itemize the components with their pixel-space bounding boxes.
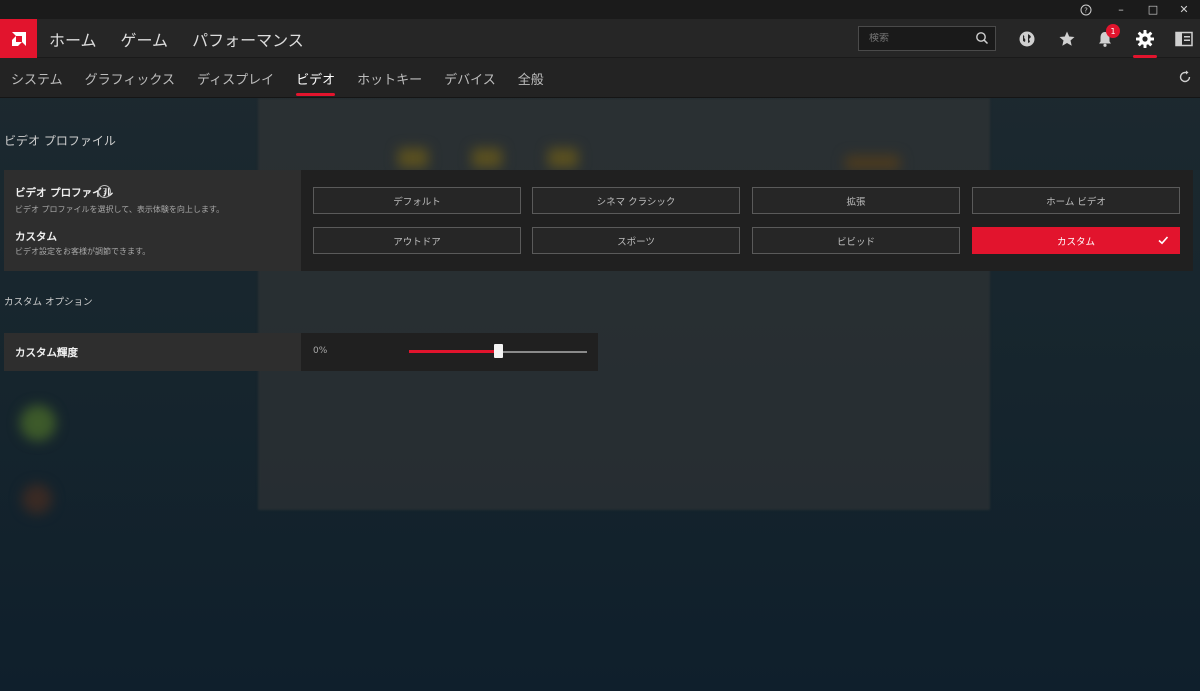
custom-label: カスタム <box>15 231 57 243</box>
profile-option-home-video[interactable]: ホーム ビデオ <box>972 187 1180 214</box>
checkmark-icon <box>1158 236 1169 245</box>
video-profile-description: ビデオ プロファイルを選択して、表示体験を向上します。 <box>15 205 225 214</box>
profile-option-sports[interactable]: スポーツ <box>532 227 740 254</box>
profile-option-outdoor[interactable]: アウトドア <box>313 227 521 254</box>
profile-option-vivid[interactable]: ビビッド <box>752 227 960 254</box>
help-icon[interactable]: ? <box>98 185 111 198</box>
profile-option-cinema-classic[interactable]: シネマ クラシック <box>532 187 740 214</box>
brightness-slider-thumb[interactable] <box>493 344 503 358</box>
gear-icon <box>1136 30 1154 48</box>
notification-badge: 1 <box>1106 24 1120 38</box>
maximize-button[interactable]: □ <box>1139 0 1167 19</box>
help-icon: ? <box>1080 4 1092 15</box>
minimize-button[interactable]: – <box>1107 0 1135 19</box>
background-desktop-icon <box>20 405 56 441</box>
search-box[interactable] <box>858 26 996 51</box>
search-icon[interactable] <box>975 31 989 45</box>
settings-button[interactable] <box>1133 27 1157 51</box>
custom-brightness-label-panel: カスタム輝度 <box>4 333 301 371</box>
amd-logo-icon <box>11 31 26 46</box>
close-button[interactable]: ✕ <box>1170 0 1198 19</box>
svg-text:?: ? <box>1084 6 1088 14</box>
video-profile-section-title: ビデオ プロファイル <box>4 134 116 148</box>
tab-system[interactable]: システム <box>11 58 63 98</box>
background-blur-shape <box>845 155 900 171</box>
custom-options-section-title: カスタム オプション <box>4 297 93 308</box>
tab-graphics[interactable]: グラフィックス <box>85 58 175 98</box>
custom-brightness-label: カスタム輝度 <box>15 347 78 359</box>
window-title-bar: ? – □ ✕ <box>0 0 1200 19</box>
nav-performance[interactable]: パフォーマンス <box>192 27 304 51</box>
profile-option-custom[interactable]: カスタム <box>972 227 1180 254</box>
video-profile-label-panel: ビデオ プロファイル ? ビデオ プロファイルを選択して、表示体験を向上します。… <box>4 170 301 271</box>
star-icon <box>1059 31 1075 46</box>
custom-description: ビデオ設定をお客様が調節できます。 <box>15 247 151 256</box>
sidebar-toggle-button[interactable] <box>1172 27 1196 51</box>
background-blur-shape <box>472 148 502 168</box>
settings-subnav: システム グラフィックス ディスプレイ ビデオ ホットキー デバイス 全般 <box>0 58 1200 98</box>
nav-gaming[interactable]: ゲーム <box>121 27 169 51</box>
favorites-button[interactable] <box>1055 27 1079 51</box>
profile-option-enhanced[interactable]: 拡張 <box>752 187 960 214</box>
tab-display[interactable]: ディスプレイ <box>197 58 274 98</box>
brightness-value: 0% <box>313 346 328 356</box>
amd-logo[interactable] <box>0 19 37 58</box>
background-blur-shape <box>548 148 578 168</box>
top-navigation: ホーム ゲーム パフォーマンス <box>0 19 1200 58</box>
profile-option-custom-label: カスタム <box>1056 236 1095 248</box>
tab-video[interactable]: ビデオ <box>296 58 336 98</box>
profile-option-default[interactable]: デフォルト <box>313 187 521 214</box>
brightness-slider-fill <box>409 350 498 353</box>
tab-general[interactable]: 全般 <box>518 58 544 98</box>
sidebar-icon <box>1175 31 1193 47</box>
search-input[interactable] <box>869 33 969 44</box>
background-blur-shape <box>398 148 428 168</box>
globe-button[interactable] <box>1015 27 1039 51</box>
globe-icon <box>1019 31 1035 47</box>
background-desktop-icon <box>22 484 52 514</box>
help-button[interactable]: ? <box>1072 0 1100 19</box>
tab-hotkeys[interactable]: ホットキー <box>357 58 422 98</box>
reset-icon[interactable] <box>1178 70 1192 84</box>
nav-home[interactable]: ホーム <box>49 27 97 51</box>
tab-devices[interactable]: デバイス <box>444 58 496 98</box>
video-profile-options-panel <box>301 170 1193 271</box>
